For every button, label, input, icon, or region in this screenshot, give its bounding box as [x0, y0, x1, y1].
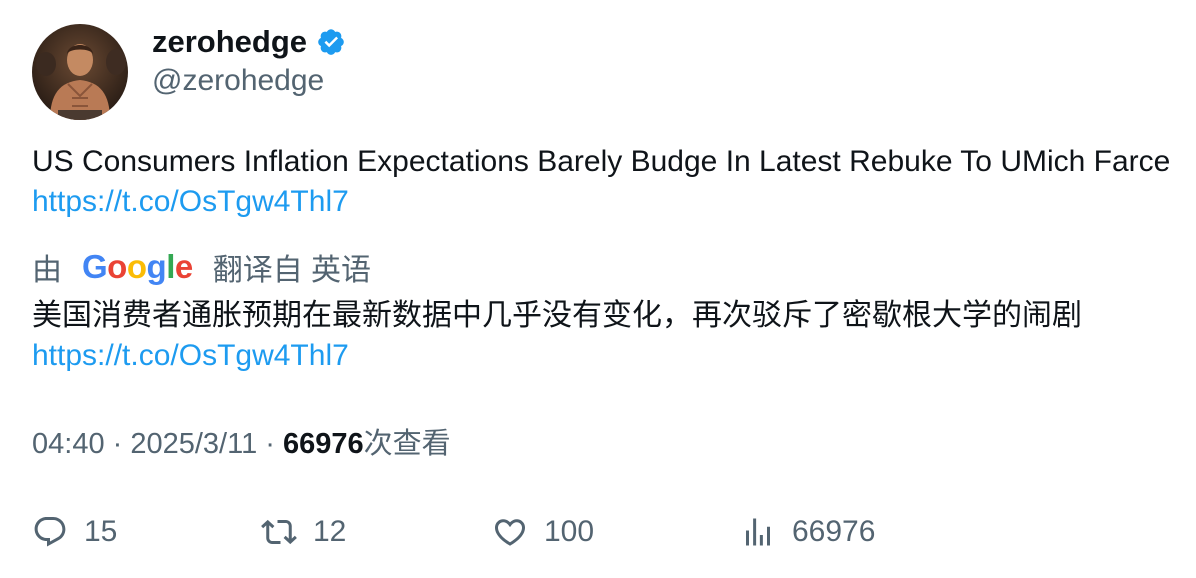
- display-name[interactable]: zerohedge: [152, 24, 307, 60]
- reply-icon: [34, 517, 66, 547]
- views-button[interactable]: 66976: [740, 508, 875, 556]
- views-count: 66976: [283, 428, 364, 460]
- translation-suffix: 翻译自 英语: [212, 254, 372, 287]
- translated-body: 美国消费者通胀预期在最新数据中几乎没有变化，再次驳斥了密歇根大学的闹剧: [32, 299, 1082, 332]
- heart-icon: [494, 519, 526, 546]
- action-bar: 15 12 100 66976: [32, 508, 1172, 556]
- reply-count: 15: [84, 515, 118, 548]
- meta-separator-2: ·: [257, 428, 284, 460]
- views-chart-icon: [746, 518, 770, 546]
- translated-link[interactable]: https://t.co/OsTgw4Thl7: [32, 339, 349, 372]
- author-name-row[interactable]: zerohedge: [152, 22, 346, 62]
- tweet-link[interactable]: https://t.co/OsTgw4Thl7: [32, 185, 349, 218]
- tweet-body: US Consumers Inflation Expectations Bare…: [32, 145, 1171, 178]
- tweet-time[interactable]: 04:40: [32, 428, 105, 460]
- retweet-icon: [261, 519, 297, 545]
- avatar-photo: [32, 24, 128, 120]
- meta-separator: ·: [104, 428, 131, 460]
- views-action-count: 66976: [792, 515, 876, 548]
- author-handle[interactable]: @zerohedge: [152, 62, 324, 100]
- translated-text: 美国消费者通胀预期在最新数据中几乎没有变化，再次驳斥了密歇根大学的闹剧 http…: [32, 296, 1172, 376]
- avatar[interactable]: [32, 24, 128, 120]
- reply-button[interactable]: 15: [32, 508, 117, 556]
- retweet-button[interactable]: 12: [261, 508, 346, 556]
- tweet-meta: 04:40 · 2025/3/11 · 66976次查看: [32, 424, 451, 464]
- tweet-text: US Consumers Inflation Expectations Bare…: [32, 142, 1172, 222]
- tweet-date[interactable]: 2025/3/11: [130, 428, 257, 460]
- translation-attribution: 由 Google 翻译自 英语: [32, 246, 371, 288]
- google-logo: Google: [82, 248, 193, 285]
- verified-badge-icon: [318, 29, 344, 55]
- like-count: 100: [544, 515, 595, 548]
- like-button[interactable]: 100: [492, 508, 594, 556]
- views-label: 次查看: [363, 428, 451, 460]
- retweet-count: 12: [313, 515, 347, 548]
- translation-prefix: 由: [32, 254, 62, 287]
